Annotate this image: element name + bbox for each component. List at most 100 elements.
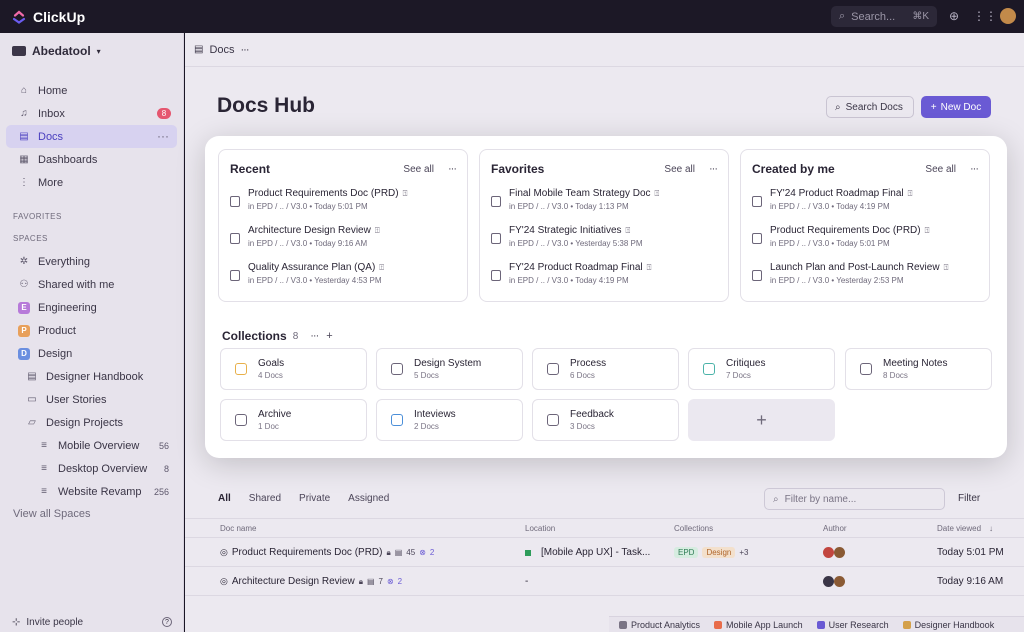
collection-card[interactable]: Critiques 7 Docs [688, 348, 835, 390]
table-row[interactable]: ◎ Architecture Design Review 🔒︎ ▤ 7 ⊗ 2 … [185, 568, 1024, 596]
tab-label: Product Analytics [631, 619, 701, 630]
help-icon[interactable]: ? [162, 617, 172, 627]
col-date-viewed[interactable]: Date viewed [937, 524, 981, 533]
see-all-link[interactable]: See all [925, 164, 956, 175]
doc-item[interactable]: Product Requirements Doc (PRD) ⍐ in EPD / … [219, 188, 467, 225]
doc-title: Launch Plan and Post-Launch Review [770, 262, 940, 273]
more-dots-icon[interactable]: ··· [448, 163, 457, 175]
doc-item[interactable]: FY'24 Product Roadmap Final ⍐ in EPD / .. … [480, 262, 728, 299]
nav-inbox[interactable]: ♫ Inbox 8 [6, 102, 177, 125]
recent-tab[interactable]: Designer Handbook [902, 619, 995, 630]
doc-item[interactable]: FY'24 Product Roadmap Final ⍐ in EPD / .. … [741, 188, 989, 225]
see-all-link[interactable]: See all [403, 164, 434, 175]
collection-card[interactable]: Archive 1 Doc [220, 399, 367, 441]
space-engineering[interactable]: E Engineering [6, 296, 177, 319]
view-all-spaces-link[interactable]: View all Spaces [0, 503, 183, 526]
author-avatar [834, 576, 845, 587]
collection-chip[interactable]: EPD [674, 547, 699, 558]
doc-item[interactable]: Final Mobile Team Strategy Doc ⍐ in EPD / … [480, 188, 728, 225]
filter-button[interactable]: Filter [958, 493, 980, 504]
search-icon: ⌕ [835, 101, 841, 113]
space-design[interactable]: D Design [6, 342, 177, 365]
add-collection-button[interactable]: + [688, 399, 835, 441]
global-search[interactable]: ⌕ Search... ⌘K [831, 6, 937, 27]
card-header: Favorites See all ··· [480, 150, 728, 188]
more-dots-icon[interactable]: ··· [970, 163, 979, 175]
nav-more[interactable]: ⋮ More [6, 171, 177, 194]
doc-item[interactable]: Launch Plan and Post-Launch Review ⍐ in EP… [741, 262, 989, 299]
tab-label: Designer Handbook [914, 619, 995, 630]
space-product[interactable]: P Product [6, 319, 177, 342]
favorites-label[interactable]: FAVORITES [0, 206, 183, 228]
more-dots-icon[interactable]: ··· [241, 44, 250, 56]
collection-chip[interactable]: Design [702, 547, 736, 558]
breadcrumb-docs[interactable]: Docs [209, 44, 234, 56]
nav-home[interactable]: ⌂ Home [6, 79, 177, 102]
doc-icon: ▤ [27, 371, 37, 382]
collection-card[interactable]: Process 6 Docs [532, 348, 679, 390]
tab-shared[interactable]: Shared [249, 493, 281, 504]
collection-card[interactable]: Design System 5 Docs [376, 348, 523, 390]
more-collections[interactable]: +3 [739, 548, 748, 557]
recent-tab[interactable]: Mobile App Launch [714, 620, 803, 630]
doc-item[interactable]: Architecture Design Review ⍐ in EPD / .. /… [219, 225, 467, 262]
user-stories-item[interactable]: ▭ User Stories [0, 388, 183, 411]
collection-card[interactable]: Feedback 3 Docs [532, 399, 679, 441]
doc-icon [491, 196, 501, 207]
more-dots-icon[interactable]: ··· [157, 129, 169, 143]
tab-private[interactable]: Private [299, 493, 330, 504]
lock-icon: ⍐ [379, 262, 385, 272]
collection-card[interactable]: Inteviews 2 Docs [376, 399, 523, 441]
col-doc-name[interactable]: Doc name [220, 524, 256, 533]
button-label: Search Docs [845, 101, 903, 113]
add-circle-icon[interactable]: ⊕ [947, 9, 961, 23]
chevron-down-icon: ▾ [96, 46, 101, 56]
apps-grid-icon[interactable]: ⋮⋮ [973, 9, 997, 23]
nav-dashboards[interactable]: ▦ Dashboards [6, 148, 177, 171]
collection-name: Meeting Notes [883, 358, 948, 369]
project-desktop-overview[interactable]: ≡ Desktop Overview 8 [0, 457, 183, 480]
col-collections[interactable]: Collections [674, 524, 713, 533]
tab-assigned[interactable]: Assigned [348, 493, 389, 504]
col-location[interactable]: Location [525, 524, 555, 533]
app-name: ClickUp [33, 8, 86, 25]
invite-people-button[interactable]: ⊹ Invite people ? [0, 612, 184, 632]
collection-card[interactable]: Meeting Notes 8 Docs [845, 348, 992, 390]
col-author[interactable]: Author [823, 524, 847, 533]
collection-card[interactable]: Goals 4 Docs [220, 348, 367, 390]
workspace-switcher[interactable]: Abedatool ▾ [0, 33, 183, 69]
location[interactable]: [Mobile App UX] - Task... [541, 547, 650, 558]
doc-item[interactable]: Product Requirements Doc (PRD) ⍐ in EPD / … [741, 225, 989, 262]
space-everything[interactable]: ✲ Everything [6, 250, 177, 273]
doc-icon: ◎ [220, 547, 228, 557]
new-doc-button[interactable]: + New Doc [921, 96, 991, 118]
more-dots-icon[interactable]: ··· [709, 163, 718, 175]
tab-all[interactable]: All [218, 493, 231, 504]
spaces-label[interactable]: SPACES [0, 228, 183, 250]
sort-arrow-icon[interactable]: ↓ [989, 524, 993, 533]
recent-tab[interactable]: User Research [816, 620, 889, 630]
table-row[interactable]: ◎ Product Requirements Doc (PRD) 🔒︎ ▤ 45… [185, 539, 1024, 567]
workspace-icon [12, 46, 26, 56]
filter-input[interactable]: ⌕ Filter by name... [764, 488, 945, 510]
search-icon: ⌕ [839, 10, 846, 22]
doc-item[interactable]: FY'24 Strategic Initiatives ⍐ in EPD / .. … [480, 225, 728, 262]
share-icon: ⊗ [419, 548, 426, 557]
space-shared[interactable]: ⚇ Shared with me [6, 273, 177, 296]
design-handbook-item[interactable]: ▤ Designer Handbook [0, 365, 183, 388]
app-logo[interactable]: ClickUp [12, 9, 85, 25]
project-website-revamp[interactable]: ≡ Website Revamp 256 [0, 480, 183, 503]
add-collection-icon[interactable]: + [326, 330, 332, 342]
doc-meta: in EPD / .. / V3.0 • Today 4:19 PM [509, 276, 629, 285]
more-dots-icon[interactable]: ··· [310, 330, 319, 342]
doc-title: Product Requirements Doc (PRD) [248, 188, 399, 199]
recent-tab[interactable]: Product Analytics [619, 620, 700, 630]
card-title: Favorites [491, 162, 545, 176]
user-avatar[interactable] [1000, 8, 1016, 24]
design-projects-item[interactable]: ▱ Design Projects [0, 411, 183, 434]
doc-item[interactable]: Quality Assurance Plan (QA) ⍐ in EPD / .. … [219, 262, 467, 299]
project-mobile-overview[interactable]: ≡ Mobile Overview 56 [0, 434, 183, 457]
search-docs-button[interactable]: ⌕ Search Docs [826, 96, 914, 118]
see-all-link[interactable]: See all [664, 164, 695, 175]
nav-docs[interactable]: ▤ Docs ··· [6, 125, 177, 148]
